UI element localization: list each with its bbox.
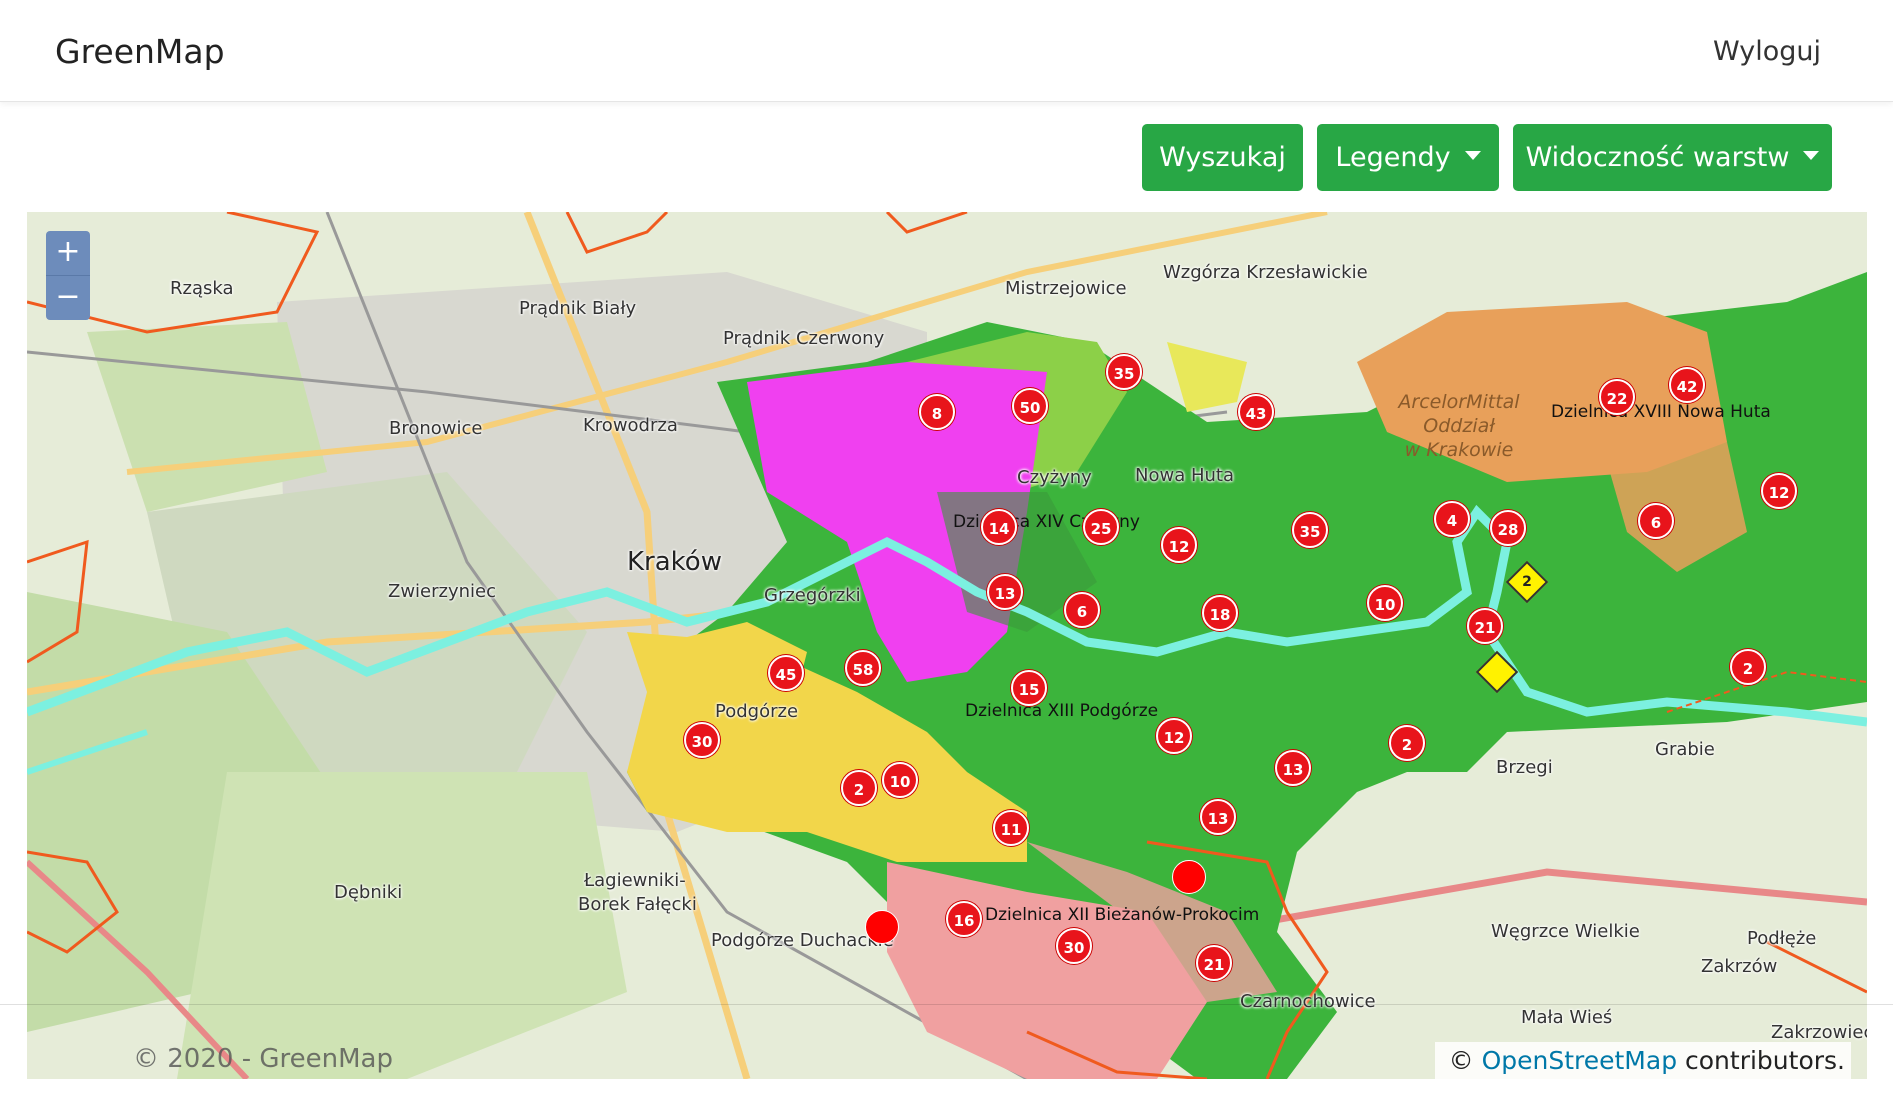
place-label: Zakrzów [1701,956,1778,977]
cluster-marker[interactable]: 13 [1275,750,1311,786]
steelworks-line3: w Krakowie [1404,439,1514,461]
cluster-marker[interactable]: 22 [1599,379,1635,415]
footer-copyright: © 2020 - GreenMap [133,1044,393,1074]
cluster-marker[interactable]: 50 [1012,388,1048,424]
cluster-marker[interactable]: 10 [1367,585,1403,621]
brand-logo[interactable]: GreenMap [55,32,225,71]
place-label: Brzegi [1496,757,1553,778]
cluster-marker[interactable]: 35 [1292,512,1328,548]
zoom-out-button[interactable]: − [46,276,90,320]
footer-divider [0,1004,1893,1005]
district-label: Dzielnica XIII Podgórze [965,701,1159,721]
place-label: Kraków [627,547,722,577]
place-label: Grabie [1655,739,1715,760]
cluster-marker[interactable]: 25 [1083,509,1119,545]
cluster-marker[interactable]: 11 [993,810,1029,846]
cluster-marker[interactable]: 16 [946,901,982,937]
layers-dropdown-button[interactable]: Widoczność warstw [1513,124,1832,191]
diamond-marker-label: 2 [1522,574,1532,590]
steelworks-line1: ArcelorMittal [1398,391,1520,413]
search-button[interactable]: Wyszukaj [1142,124,1303,191]
place-label: Rząska [170,278,234,299]
navbar: GreenMap Wyloguj [0,0,1893,102]
caret-down-icon [1464,151,1481,160]
cluster-marker[interactable]: 13 [987,574,1023,610]
steelworks-line2: Oddział [1423,415,1495,437]
cluster-marker[interactable]: 4 [1434,501,1470,537]
place-label: Dębniki [334,882,403,903]
cluster-marker[interactable]: 15 [1011,670,1047,706]
cluster-marker[interactable]: 12 [1161,527,1197,563]
attribution-prefix: © [1448,1046,1474,1075]
place-label: Borek Fałęcki [578,894,697,915]
cluster-marker[interactable]: 8 [919,394,955,430]
place-label: Nowa Huta [1135,465,1234,486]
osm-link[interactable]: OpenStreetMap [1482,1046,1678,1075]
cluster-marker[interactable]: 35 [1106,354,1142,390]
cluster-marker[interactable]: 30 [684,722,720,758]
cluster-marker[interactable]: 13 [1200,799,1236,835]
cluster-marker[interactable]: 2 [1730,649,1766,685]
cluster-marker[interactable]: 21 [1467,608,1503,644]
place-label: Bronowice [389,418,483,439]
district-label: Dzielnica XII Bieżanów-Prokocim [985,905,1260,925]
map-attribution: © OpenStreetMap contributors. [1434,1042,1851,1079]
map-canvas[interactable]: + − Rząska Prądnik Biały Mistrzejowice W… [27,212,1867,1079]
cluster-marker[interactable]: 58 [845,650,881,686]
cluster-marker[interactable]: 42 [1669,367,1705,403]
cluster-marker[interactable]: 43 [1238,394,1274,430]
cluster-marker[interactable]: 12 [1156,718,1192,754]
search-button-label: Wyszukaj [1159,142,1286,173]
place-label: Czarnochowice [1240,991,1376,1012]
cluster-marker[interactable]: 2 [1389,725,1425,761]
cluster-marker[interactable]: 10 [882,762,918,798]
cluster-marker[interactable]: 2 [841,770,877,806]
cluster-marker[interactable]: 6 [1064,592,1100,628]
place-label: Mała Wieś [1521,1007,1613,1028]
place-label: Łagiewniki- [584,870,686,891]
place-label: ArcelorMittal Oddział w Krakowie [1389,390,1529,462]
cluster-marker[interactable]: 18 [1202,595,1238,631]
legend-button-label: Legendy [1335,142,1451,173]
zoom-in-button[interactable]: + [46,231,90,275]
place-label: Prądnik Czerwony [723,328,885,349]
place-label: Węgrzce Wielkie [1491,921,1640,942]
layers-button-label: Widoczność warstw [1525,142,1790,173]
cluster-marker[interactable]: 12 [1761,473,1797,509]
place-label: Zwierzyniec [388,581,497,602]
map-point-marker[interactable] [1172,860,1206,894]
place-label: Grzegórzki [764,585,861,606]
place-label: Podgórze [715,701,799,722]
cluster-marker[interactable]: 6 [1638,503,1674,539]
zoom-control: + − [46,231,90,320]
cluster-marker[interactable]: 28 [1490,510,1526,546]
place-label: Wzgórza Krzesławickie [1163,262,1368,283]
caret-down-icon [1803,151,1820,160]
place-label: Czyżyny [1017,467,1092,488]
cluster-marker[interactable]: 30 [1056,928,1092,964]
district-label: Dzielnica XVIII Nowa Huta [1551,402,1771,422]
map-point-marker[interactable] [865,910,899,944]
legend-dropdown-button[interactable]: Legendy [1317,124,1499,191]
cluster-marker[interactable]: 45 [768,655,804,691]
place-label: Zakrzowiec [1771,1022,1867,1043]
place-label: Prądnik Biały [519,298,637,319]
attribution-suffix: contributors. [1685,1046,1845,1075]
logout-link[interactable]: Wyloguj [1713,36,1821,67]
place-label: Podłęże [1747,928,1817,949]
cluster-marker[interactable]: 14 [981,509,1017,545]
place-label: Krowodrza [583,415,678,436]
place-label: Mistrzejowice [1005,278,1127,299]
map-tiles [27,212,1867,1079]
cluster-marker[interactable]: 21 [1196,945,1232,981]
